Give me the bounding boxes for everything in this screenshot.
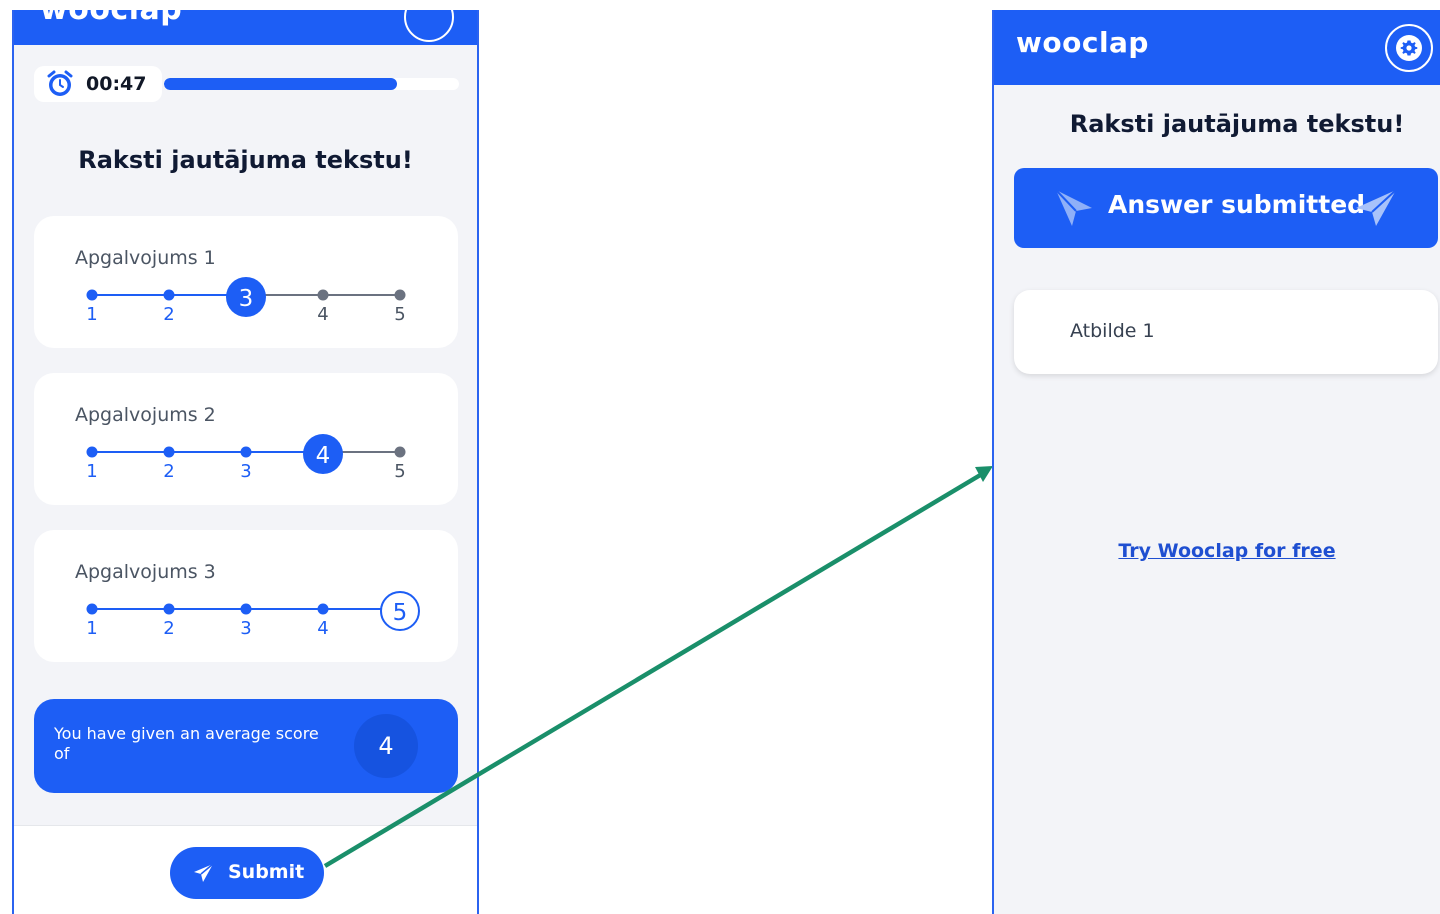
right-wooclap-logo: wooclap <box>1016 26 1149 59</box>
right-phone-screen: wooclap Raksti jautājuma tekstu! Answer … <box>992 10 1440 914</box>
right-question-title: Raksti jautājuma tekstu! <box>1069 110 1405 138</box>
submitted-answer-text: Atbilde 1 <box>1070 320 1155 342</box>
right-header-bar: wooclap <box>994 10 1440 85</box>
right-settings-button[interactable] <box>1385 24 1433 72</box>
submitted-answer-card: Atbilde 1 <box>1014 290 1438 374</box>
answer-submitted-label: Answer submitted <box>1108 190 1366 219</box>
paper-plane-icon <box>1055 189 1092 226</box>
gear-icon-background <box>1396 35 1422 61</box>
arrow-line <box>323 472 984 868</box>
answer-submitted-banner: Answer submitted <box>1014 168 1438 248</box>
gear-icon <box>1400 40 1418 56</box>
try-wooclap-link[interactable]: Try Wooclap for free <box>994 540 1440 562</box>
paper-plane-icon <box>1356 189 1397 226</box>
